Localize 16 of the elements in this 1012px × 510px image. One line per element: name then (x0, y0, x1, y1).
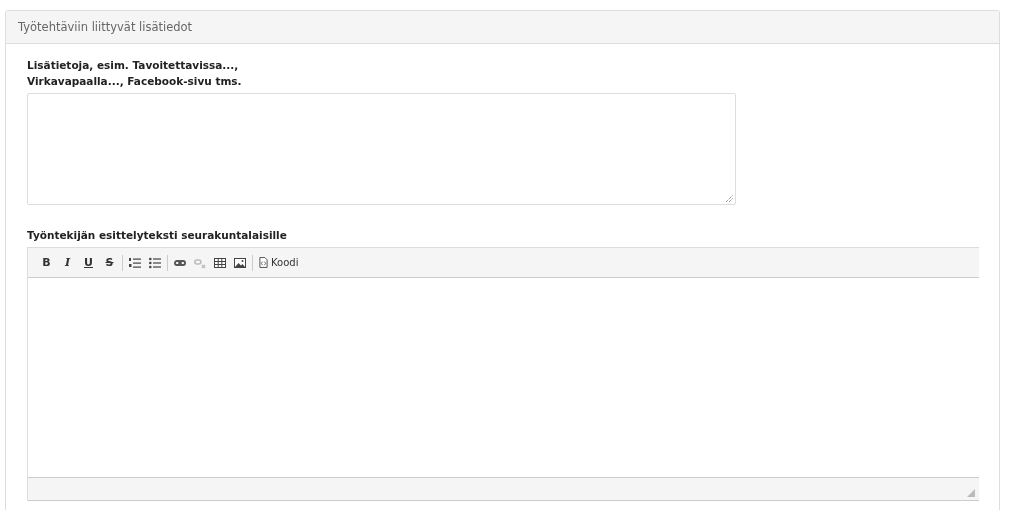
resize-grip-icon[interactable] (725, 194, 733, 202)
resize-grip-icon[interactable] (967, 489, 975, 497)
numbered-list-icon (129, 256, 141, 269)
code-file-icon (259, 257, 268, 268)
unlink-icon (194, 256, 206, 269)
image-icon (234, 256, 246, 269)
bold-button[interactable]: B (36, 252, 57, 273)
underline-button[interactable]: U (78, 252, 99, 273)
panel-title: Työtehtäviin liittyvät lisätiedot (18, 20, 193, 34)
table-icon (214, 256, 226, 269)
italic-button[interactable]: I (57, 252, 78, 273)
field-label: Lisätietoja, esim. Tavoitettavissa..., Virkavapaalla..., Facebook-sivu tms. (27, 58, 243, 89)
field-label: Työntekijän esittelyteksti seurakuntalaisille (27, 228, 288, 243)
strike-button[interactable]: S (99, 252, 120, 273)
bullet-list-icon (149, 256, 161, 269)
code-button[interactable]: Koodi (255, 252, 303, 273)
